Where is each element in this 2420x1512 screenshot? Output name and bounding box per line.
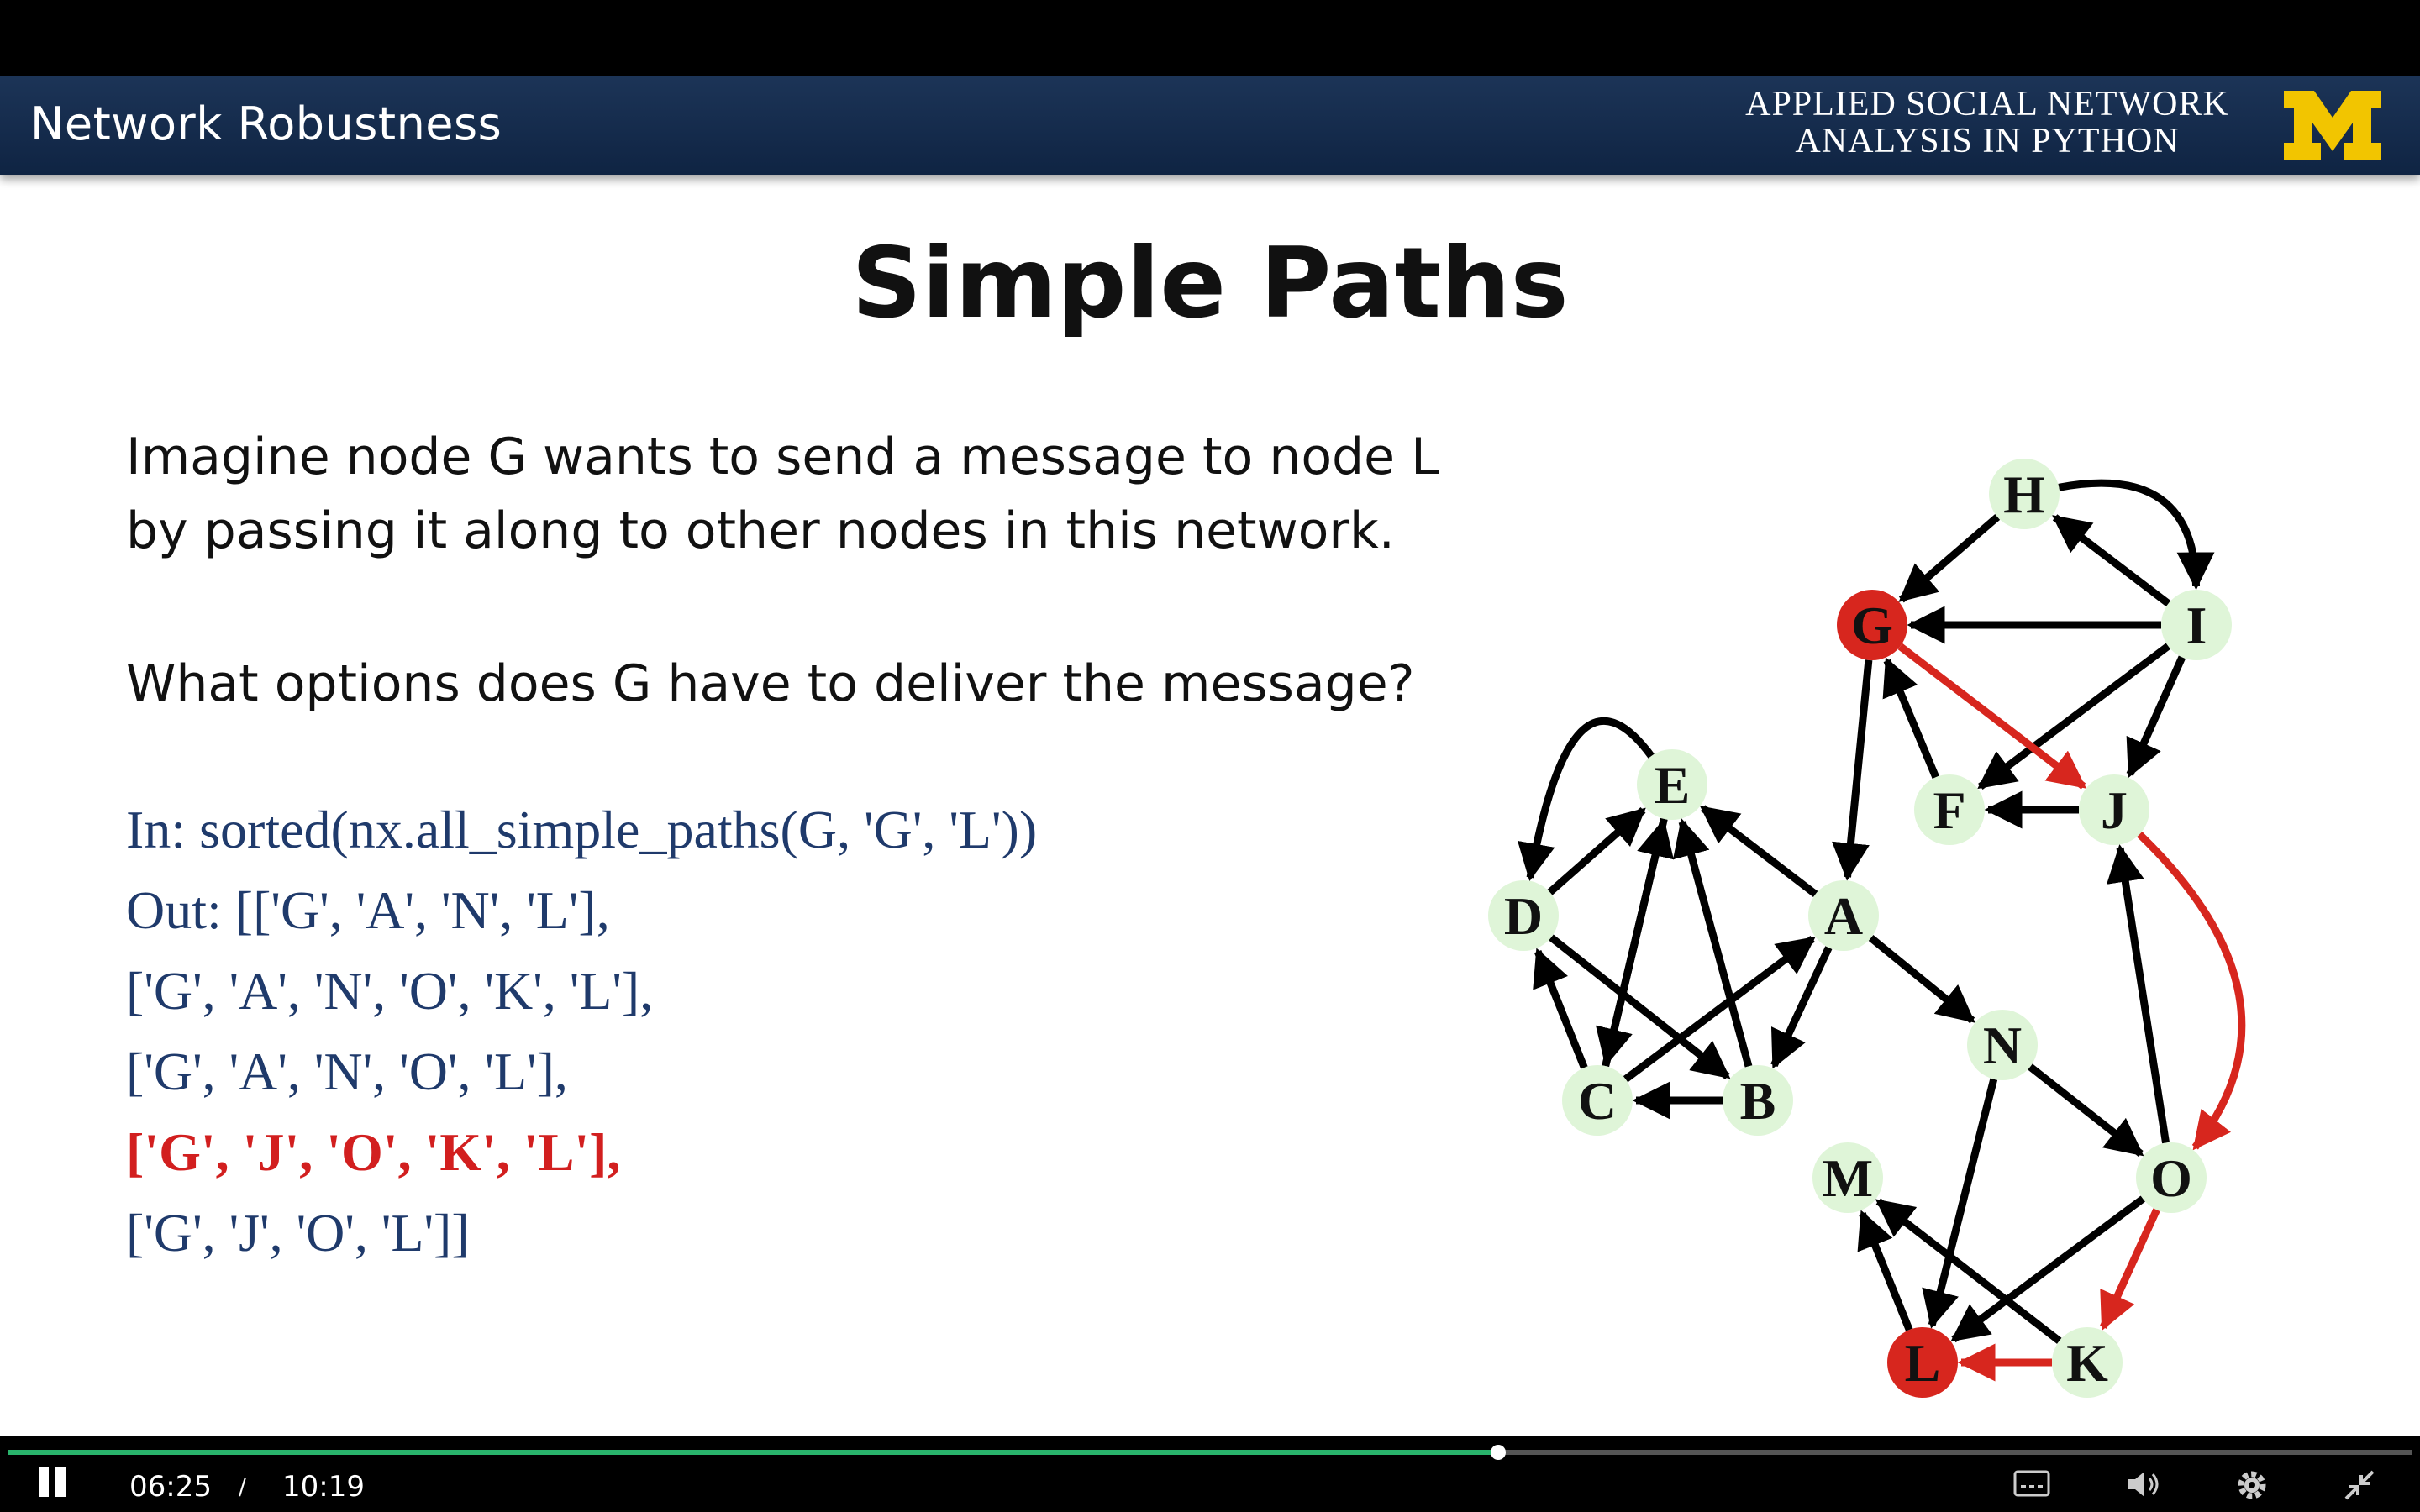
graph-node-l: L xyxy=(1887,1327,1958,1398)
graph-edge-i-j xyxy=(2126,655,2186,779)
graph-edge-f-g xyxy=(1882,657,1939,779)
duration: 10:19 xyxy=(282,1470,365,1504)
graph-edge-i-f xyxy=(1977,643,2171,790)
graph-node-d: D xyxy=(1488,880,1559,951)
graph-node-label: K xyxy=(2066,1333,2108,1393)
graph-node-o: O xyxy=(2136,1142,2207,1213)
slide-heading: Simple Paths xyxy=(851,227,1569,340)
graph-node-label: N xyxy=(1983,1016,2022,1075)
graph-node-j: J xyxy=(2079,774,2149,845)
graph-node-label: M xyxy=(1823,1148,1873,1208)
code-input-line: In: sorted(nx.all_simple_paths(G, 'G', '… xyxy=(126,800,1038,859)
graph-node-b: B xyxy=(1723,1065,1793,1136)
graph-node-c: C xyxy=(1562,1065,1633,1136)
pause-icon[interactable] xyxy=(35,1465,69,1499)
graph-node-f: F xyxy=(1914,774,1985,845)
time-separator: / xyxy=(239,1475,246,1500)
graph-node-label: C xyxy=(1578,1071,1617,1131)
course-title: APPLIED SOCIAL NETWORK ANALYSIS IN PYTHO… xyxy=(1731,86,2244,160)
graph-edge-o-l xyxy=(1950,1195,2145,1343)
graph-node-label: H xyxy=(2003,465,2045,524)
current-time: 06:25 xyxy=(129,1470,212,1504)
code-block: In: sorted(nx.all_simple_paths(G, 'G', '… xyxy=(126,790,1386,1273)
graph-node-a: A xyxy=(1808,880,1879,951)
course-title-line2: ANALYSIS IN PYTHON xyxy=(1795,122,2180,160)
graph-edge-n-o xyxy=(2028,1063,2144,1158)
body-text: Imagine node G wants to send a message t… xyxy=(126,420,1470,568)
graph-node-label: E xyxy=(1655,755,1691,815)
lecture-title: Network Robustness xyxy=(30,97,502,150)
settings-icon[interactable] xyxy=(2235,1468,2269,1502)
progress-fill xyxy=(8,1450,1499,1455)
progress-bar[interactable] xyxy=(8,1445,2412,1460)
graph-node-label: J xyxy=(2101,780,2128,840)
question-text: What options does G have to deliver the … xyxy=(126,654,1415,713)
graph-node-k: K xyxy=(2052,1327,2123,1398)
graph-edge-a-e xyxy=(1699,805,1818,898)
graph-edge-l-m xyxy=(1857,1210,1913,1331)
course-title-line1: APPLIED SOCIAL NETWORK xyxy=(1745,85,2229,123)
graph-node-label: L xyxy=(1905,1333,1941,1393)
code-output-line: ['G', 'J', 'O', 'L']] xyxy=(126,1203,470,1263)
graph-node-n: N xyxy=(1967,1010,2038,1080)
graph-node-label: O xyxy=(2150,1148,2192,1208)
progress-thumb[interactable] xyxy=(1491,1445,1507,1460)
slide-header: Network Robustness APPLIED SOCIAL NETWOR… xyxy=(0,76,2420,175)
graph-edge-g-a xyxy=(1832,659,1873,881)
graph-edge-a-n xyxy=(1868,935,1975,1024)
network-graph: H G I E F J D A N C BM O L K xyxy=(1488,459,2246,1398)
graph-node-label: B xyxy=(1740,1071,1776,1131)
graph-node-label: A xyxy=(1824,886,1863,946)
code-output-line: Out: [['G', 'A', 'N', 'L'], xyxy=(126,880,610,940)
graph-edge-d-e xyxy=(1547,807,1646,895)
graph-edge-o-j xyxy=(2107,844,2170,1144)
graph-node-label: I xyxy=(2186,596,2207,655)
graph-node-label: D xyxy=(1504,886,1543,946)
volume-icon[interactable] xyxy=(2126,1468,2161,1500)
graph-edge-n-l xyxy=(1922,1078,1998,1329)
graph-edge-o-k xyxy=(2099,1208,2160,1331)
code-output-line-highlighted: ['G', 'J', 'O', 'K', 'L'], xyxy=(126,1122,621,1182)
graph-edge-h-g xyxy=(1898,514,2001,603)
graph-node-h: H xyxy=(1989,459,2060,529)
graph-node-e: E xyxy=(1637,749,1707,820)
nodes-layer: H G I E F J D A N C BM O L K xyxy=(1488,459,2232,1398)
slide: Network Robustness APPLIED SOCIAL NETWOR… xyxy=(0,76,2420,1436)
body-line: by passing it along to other nodes in th… xyxy=(126,501,1395,560)
graph-edge-c-e xyxy=(1602,818,1674,1068)
graph-node-g: G xyxy=(1837,590,1907,660)
body-line: Imagine node G wants to send a message t… xyxy=(126,428,1439,486)
university-logo xyxy=(2284,91,2381,160)
graph-edge-j-o xyxy=(2137,831,2246,1151)
exit-fullscreen-icon[interactable] xyxy=(2344,1470,2375,1500)
code-output-line: ['G', 'A', 'N', 'O', 'L'], xyxy=(126,1042,568,1101)
video-player-controls: 06:25 / 10:19 xyxy=(0,1436,2420,1512)
graph-edge-i-h xyxy=(2052,514,2171,607)
graph-edge-c-d xyxy=(1533,948,1588,1069)
captions-icon[interactable] xyxy=(2013,1470,2050,1499)
graph-node-label: F xyxy=(1933,780,1965,840)
graph-node-i: I xyxy=(2161,590,2232,660)
code-output-line: ['G', 'A', 'N', 'O', 'K', 'L'], xyxy=(126,961,654,1021)
graph-node-m: M xyxy=(1812,1142,1883,1213)
graph-node-label: G xyxy=(1851,596,1893,655)
